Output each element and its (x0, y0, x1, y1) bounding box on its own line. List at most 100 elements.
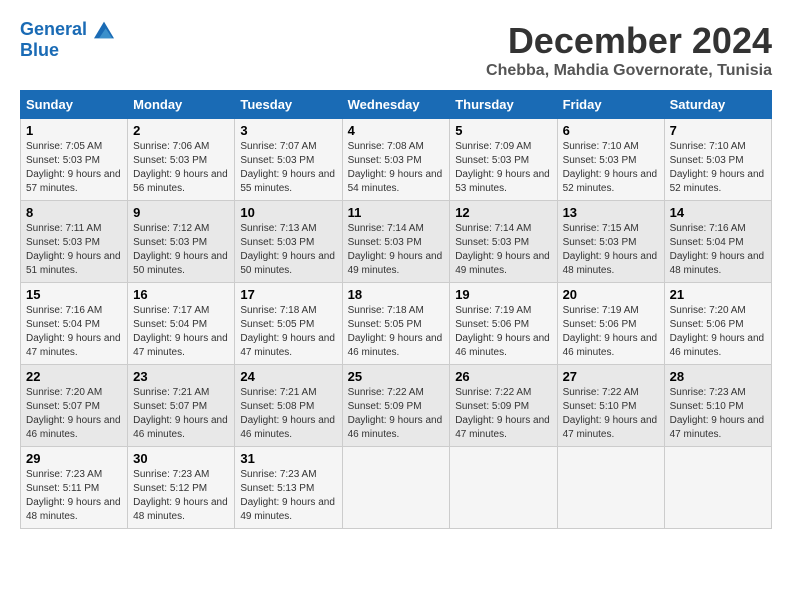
day-number: 26 (455, 369, 551, 384)
calendar-cell (342, 447, 450, 529)
calendar-cell: 18 Sunrise: 7:18 AMSunset: 5:05 PMDayligh… (342, 283, 450, 365)
calendar-cell: 3 Sunrise: 7:07 AMSunset: 5:03 PMDaylight… (235, 119, 342, 201)
logo-blue: Blue (20, 40, 114, 61)
day-info: Sunrise: 7:23 AMSunset: 5:10 PMDaylight:… (670, 386, 766, 442)
calendar-cell: 10 Sunrise: 7:13 AMSunset: 5:03 PMDayligh… (235, 201, 342, 283)
month-title: December 2024 (486, 20, 772, 62)
day-info: Sunrise: 7:19 AMSunset: 5:06 PMDaylight:… (455, 304, 551, 360)
day-number: 17 (240, 287, 336, 302)
calendar-cell: 29 Sunrise: 7:23 AMSunset: 5:11 PMDayligh… (21, 447, 128, 529)
calendar-cell: 26 Sunrise: 7:22 AMSunset: 5:09 PMDayligh… (450, 365, 557, 447)
day-number: 29 (26, 451, 122, 466)
day-info: Sunrise: 7:23 AMSunset: 5:12 PMDaylight:… (133, 468, 229, 524)
day-number: 16 (133, 287, 229, 302)
calendar-cell: 25 Sunrise: 7:22 AMSunset: 5:09 PMDayligh… (342, 365, 450, 447)
day-info: Sunrise: 7:18 AMSunset: 5:05 PMDaylight:… (348, 304, 445, 360)
day-number: 13 (563, 205, 659, 220)
day-number: 4 (348, 123, 445, 138)
day-number: 1 (26, 123, 122, 138)
day-info: Sunrise: 7:21 AMSunset: 5:07 PMDaylight:… (133, 386, 229, 442)
day-number: 2 (133, 123, 229, 138)
calendar-cell: 16Sunrise: 7:17 AMSunset: 5:04 PMDayligh… (128, 283, 235, 365)
day-info: Sunrise: 7:05 AMSunset: 5:03 PMDaylight:… (26, 140, 122, 196)
day-info: Sunrise: 7:06 AMSunset: 5:03 PMDaylight:… (133, 140, 229, 196)
calendar-cell: 28 Sunrise: 7:23 AMSunset: 5:10 PMDayligh… (664, 365, 771, 447)
weekday-header: Saturday (664, 91, 771, 119)
calendar-week-row: 15 Sunrise: 7:16 AMSunset: 5:04 PMDayligh… (21, 283, 772, 365)
day-number: 3 (240, 123, 336, 138)
calendar-cell: 1 Sunrise: 7:05 AMSunset: 5:03 PMDaylight… (21, 119, 128, 201)
day-number: 21 (670, 287, 766, 302)
location-subtitle: Chebba, Mahdia Governorate, Tunisia (486, 62, 772, 80)
day-info: Sunrise: 7:16 AMSunset: 5:04 PMDaylight:… (670, 222, 766, 278)
day-info: Sunrise: 7:22 AMSunset: 5:10 PMDaylight:… (563, 386, 659, 442)
calendar-week-row: 22Sunrise: 7:20 AMSunset: 5:07 PMDayligh… (21, 365, 772, 447)
day-number: 15 (26, 287, 122, 302)
day-info: Sunrise: 7:16 AMSunset: 5:04 PMDaylight:… (26, 304, 122, 360)
calendar-cell (664, 447, 771, 529)
day-info: Sunrise: 7:10 AMSunset: 5:03 PMDaylight:… (563, 140, 659, 196)
calendar-cell: 15 Sunrise: 7:16 AMSunset: 5:04 PMDayligh… (21, 283, 128, 365)
weekday-header: Tuesday (235, 91, 342, 119)
day-number: 9 (133, 205, 229, 220)
day-info: Sunrise: 7:15 AMSunset: 5:03 PMDaylight:… (563, 222, 659, 278)
day-info: Sunrise: 7:07 AMSunset: 5:03 PMDaylight:… (240, 140, 336, 196)
day-info: Sunrise: 7:22 AMSunset: 5:09 PMDaylight:… (348, 386, 445, 442)
day-info: Sunrise: 7:14 AMSunset: 5:03 PMDaylight:… (348, 222, 445, 278)
day-number: 22 (26, 369, 122, 384)
weekday-header-row: SundayMondayTuesdayWednesdayThursdayFrid… (21, 91, 772, 119)
calendar-cell: 22Sunrise: 7:20 AMSunset: 5:07 PMDayligh… (21, 365, 128, 447)
calendar-cell: 24 Sunrise: 7:21 AMSunset: 5:08 PMDayligh… (235, 365, 342, 447)
calendar-cell: 12 Sunrise: 7:14 AMSunset: 5:03 PMDayligh… (450, 201, 557, 283)
day-info: Sunrise: 7:23 AMSunset: 5:11 PMDaylight:… (26, 468, 122, 524)
day-info: Sunrise: 7:14 AMSunset: 5:03 PMDaylight:… (455, 222, 551, 278)
weekday-header: Thursday (450, 91, 557, 119)
weekday-header: Friday (557, 91, 664, 119)
day-info: Sunrise: 7:09 AMSunset: 5:03 PMDaylight:… (455, 140, 551, 196)
calendar-cell: 6 Sunrise: 7:10 AMSunset: 5:03 PMDaylight… (557, 119, 664, 201)
calendar-cell: 19 Sunrise: 7:19 AMSunset: 5:06 PMDayligh… (450, 283, 557, 365)
calendar-cell: 4Sunrise: 7:08 AMSunset: 5:03 PMDaylight… (342, 119, 450, 201)
day-number: 5 (455, 123, 551, 138)
calendar-week-row: 1 Sunrise: 7:05 AMSunset: 5:03 PMDaylight… (21, 119, 772, 201)
day-number: 7 (670, 123, 766, 138)
day-number: 23 (133, 369, 229, 384)
page-header: General Blue December 2024 Chebba, Mahdi… (20, 20, 772, 80)
day-info: Sunrise: 7:21 AMSunset: 5:08 PMDaylight:… (240, 386, 336, 442)
day-number: 31 (240, 451, 336, 466)
day-info: Sunrise: 7:13 AMSunset: 5:03 PMDaylight:… (240, 222, 336, 278)
day-number: 11 (348, 205, 445, 220)
day-number: 10 (240, 205, 336, 220)
calendar-cell: 13 Sunrise: 7:15 AMSunset: 5:03 PMDayligh… (557, 201, 664, 283)
calendar-cell: 5 Sunrise: 7:09 AMSunset: 5:03 PMDaylight… (450, 119, 557, 201)
day-number: 12 (455, 205, 551, 220)
day-number: 18 (348, 287, 445, 302)
weekday-header: Sunday (21, 91, 128, 119)
day-number: 28 (670, 369, 766, 384)
day-number: 14 (670, 205, 766, 220)
calendar-cell: 2 Sunrise: 7:06 AMSunset: 5:03 PMDaylight… (128, 119, 235, 201)
calendar-cell (450, 447, 557, 529)
day-number: 25 (348, 369, 445, 384)
calendar-cell: 7 Sunrise: 7:10 AMSunset: 5:03 PMDaylight… (664, 119, 771, 201)
day-info: Sunrise: 7:20 AMSunset: 5:06 PMDaylight:… (670, 304, 766, 360)
day-number: 24 (240, 369, 336, 384)
calendar-cell: 31 Sunrise: 7:23 AMSunset: 5:13 PMDayligh… (235, 447, 342, 529)
calendar-cell: 20Sunrise: 7:19 AMSunset: 5:06 PMDayligh… (557, 283, 664, 365)
day-info: Sunrise: 7:11 AMSunset: 5:03 PMDaylight:… (26, 222, 122, 278)
day-info: Sunrise: 7:22 AMSunset: 5:09 PMDaylight:… (455, 386, 551, 442)
day-info: Sunrise: 7:23 AMSunset: 5:13 PMDaylight:… (240, 468, 336, 524)
calendar-cell: 27Sunrise: 7:22 AMSunset: 5:10 PMDayligh… (557, 365, 664, 447)
calendar-cell: 9 Sunrise: 7:12 AMSunset: 5:03 PMDaylight… (128, 201, 235, 283)
logo-text: General (20, 20, 114, 40)
day-number: 6 (563, 123, 659, 138)
calendar-table: SundayMondayTuesdayWednesdayThursdayFrid… (20, 90, 772, 529)
day-number: 8 (26, 205, 122, 220)
weekday-header: Wednesday (342, 91, 450, 119)
day-info: Sunrise: 7:10 AMSunset: 5:03 PMDaylight:… (670, 140, 766, 196)
calendar-cell: 14 Sunrise: 7:16 AMSunset: 5:04 PMDayligh… (664, 201, 771, 283)
day-info: Sunrise: 7:12 AMSunset: 5:03 PMDaylight:… (133, 222, 229, 278)
day-number: 19 (455, 287, 551, 302)
title-block: December 2024 Chebba, Mahdia Governorate… (486, 20, 772, 80)
calendar-cell: 23 Sunrise: 7:21 AMSunset: 5:07 PMDayligh… (128, 365, 235, 447)
